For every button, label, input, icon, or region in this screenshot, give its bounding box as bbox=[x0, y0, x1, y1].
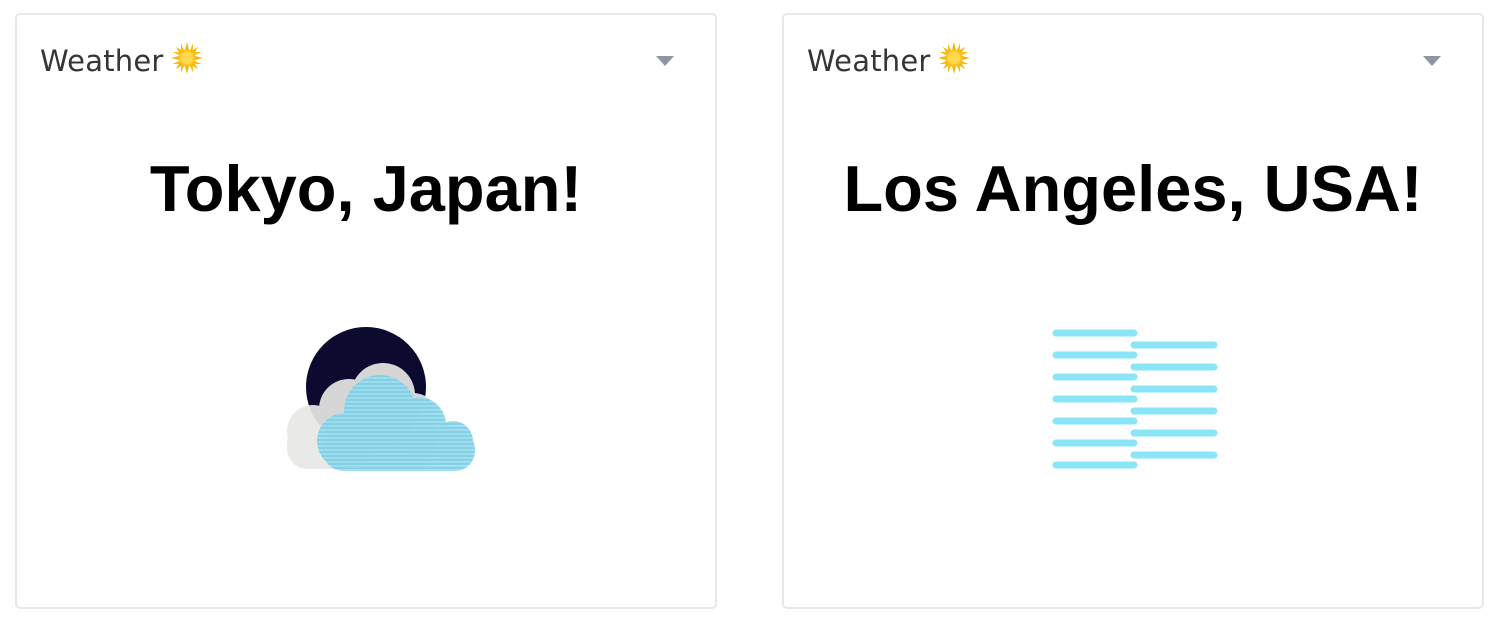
caret-down-icon bbox=[1423, 56, 1441, 66]
sun-icon bbox=[170, 42, 203, 74]
card-menu-button[interactable] bbox=[1420, 49, 1444, 73]
card-title-text: Weather bbox=[40, 44, 164, 78]
fog-icon bbox=[1052, 329, 1218, 469]
caret-down-icon bbox=[656, 56, 674, 66]
weather-board: Weather Tokyo, Japan! Weather Los Angele… bbox=[0, 0, 1506, 626]
card-header: Weather bbox=[40, 39, 677, 83]
card-title: Weather bbox=[40, 41, 204, 81]
card-title: Weather bbox=[807, 41, 971, 81]
weather-card: Weather bbox=[15, 13, 717, 609]
weather-card: Weather bbox=[782, 13, 1484, 609]
city-heading: Los Angeles, USA! bbox=[843, 152, 1423, 225]
cloudy-night-icon bbox=[287, 327, 475, 471]
card-title-text: Weather bbox=[807, 44, 931, 78]
card-header: Weather bbox=[807, 39, 1444, 83]
sun-icon bbox=[937, 42, 970, 74]
card-menu-button[interactable] bbox=[653, 49, 677, 73]
city-heading: Tokyo, Japan! bbox=[149, 152, 583, 225]
